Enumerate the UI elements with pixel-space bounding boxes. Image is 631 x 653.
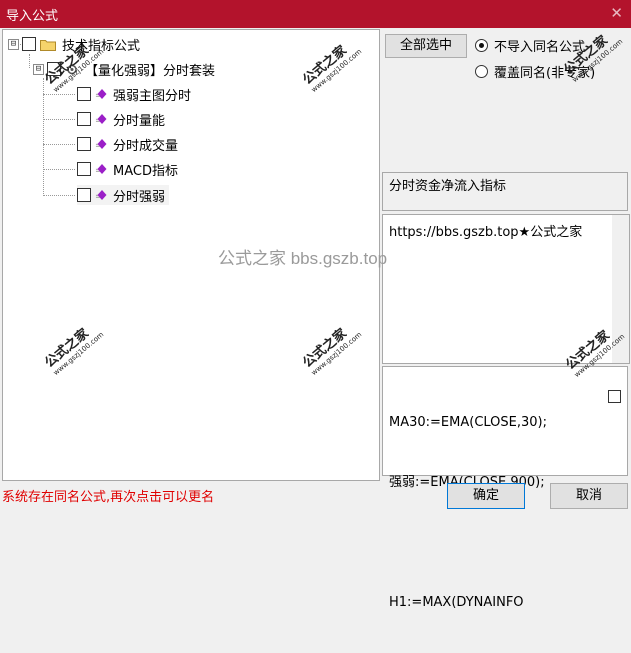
status-message: 系统存在同名公式,再次点击可以更名 [2,490,215,505]
item-checkbox[interactable] [77,137,91,151]
formula-diamond-icon: = [95,164,107,175]
description-text: https://bbs.gszb.top★公式之家 [389,225,583,240]
item-label: 分时量能 [113,113,166,129]
tree-item[interactable]: = 强弱主图分时 [77,84,191,104]
tree-connector [43,94,75,95]
formula-name-panel: 分时资金净流入指标 [382,172,628,211]
item-checkbox[interactable] [77,87,91,101]
formula-diamond-icon: = [95,89,107,100]
tree-connector [29,54,30,68]
formula-diamond-icon: = [95,190,107,201]
collapse-icon[interactable]: ⊟ [33,63,44,75]
radio-label: 不导入同名公式 [494,40,586,55]
group-label: 【量化强弱】分时套装 [85,63,216,79]
collapse-icon[interactable]: ⊟ [8,38,19,50]
item-checkbox[interactable] [77,112,91,126]
gear-folder-icon [67,64,77,74]
radio-no-import-same[interactable]: 不导入同名公式 [475,36,585,55]
tree-item[interactable]: = 分时成交量 [77,134,178,154]
cancel-button[interactable]: 取消 [550,483,628,509]
tree-root-node[interactable]: ⊟ 技术指标公式 [8,34,140,54]
item-label: 分时成交量 [113,138,179,154]
description-panel[interactable]: https://bbs.gszb.top★公式之家 [382,214,630,364]
window-title: 导入公式 [6,9,59,24]
close-icon[interactable]: ✕ [610,4,623,22]
code-line: MA30:=EMA(CLOSE,30); 强弱:=EMA(CLOSE,900);… [389,415,547,610]
description-scrollbar[interactable] [612,215,629,363]
tree-item-selected[interactable]: = 分时强弱 [77,185,170,205]
watermark-stamp: 公式之家 www.gszj100.com [42,326,106,378]
tree-item[interactable]: = MACD指标 [77,159,178,179]
formula-name: 分时资金净流入指标 [389,179,507,194]
item-label: MACD指标 [113,163,178,179]
code-checkbox[interactable] [608,390,621,403]
item-checkbox[interactable] [77,162,91,176]
tree-item[interactable]: = 分时量能 [77,109,165,129]
formula-diamond-icon: = [95,139,107,150]
radio-icon-selected[interactable] [475,39,488,52]
watermark-stamp: 公式之家 www.gszj100.com [300,326,364,378]
group-checkbox[interactable] [47,62,61,76]
item-label: 强弱主图分时 [113,88,192,104]
item-checkbox[interactable] [77,188,91,202]
tree-connector [43,119,75,120]
item-label: 分时强弱 [113,189,166,205]
ok-button[interactable]: 确定 [447,483,525,509]
folder-icon [40,39,56,51]
radio-icon[interactable] [475,65,488,78]
radio-overwrite-same[interactable]: 覆盖同名(非专家) [475,62,595,81]
select-all-button[interactable]: 全部选中 [385,34,467,58]
status-bar: 系统存在同名公式,再次点击可以更名 确定 取消 [0,479,631,513]
tree-group-node[interactable]: ⊟ 【量化强弱】分时套装 [33,59,215,79]
radio-label: 覆盖同名(非专家) [494,66,596,81]
root-label: 技术指标公式 [62,38,141,54]
tree-connector [43,169,75,170]
title-bar: 导入公式 ✕ [0,0,631,28]
code-panel[interactable]: MA30:=EMA(CLOSE,30); 强弱:=EMA(CLOSE,900);… [382,366,628,610]
watermark-stamp: 公式之家 www.gszj100.com [300,43,364,95]
formula-diamond-icon: = [95,114,107,125]
root-checkbox[interactable] [22,37,36,51]
tree-connector [43,195,75,196]
tree-connector [43,144,75,145]
tree-connector [43,78,44,196]
formula-tree[interactable]: ⊟ 技术指标公式 ⊟ 【量化强弱】分时套装 = 强弱主图分时 = 分时量能 = … [2,29,380,481]
